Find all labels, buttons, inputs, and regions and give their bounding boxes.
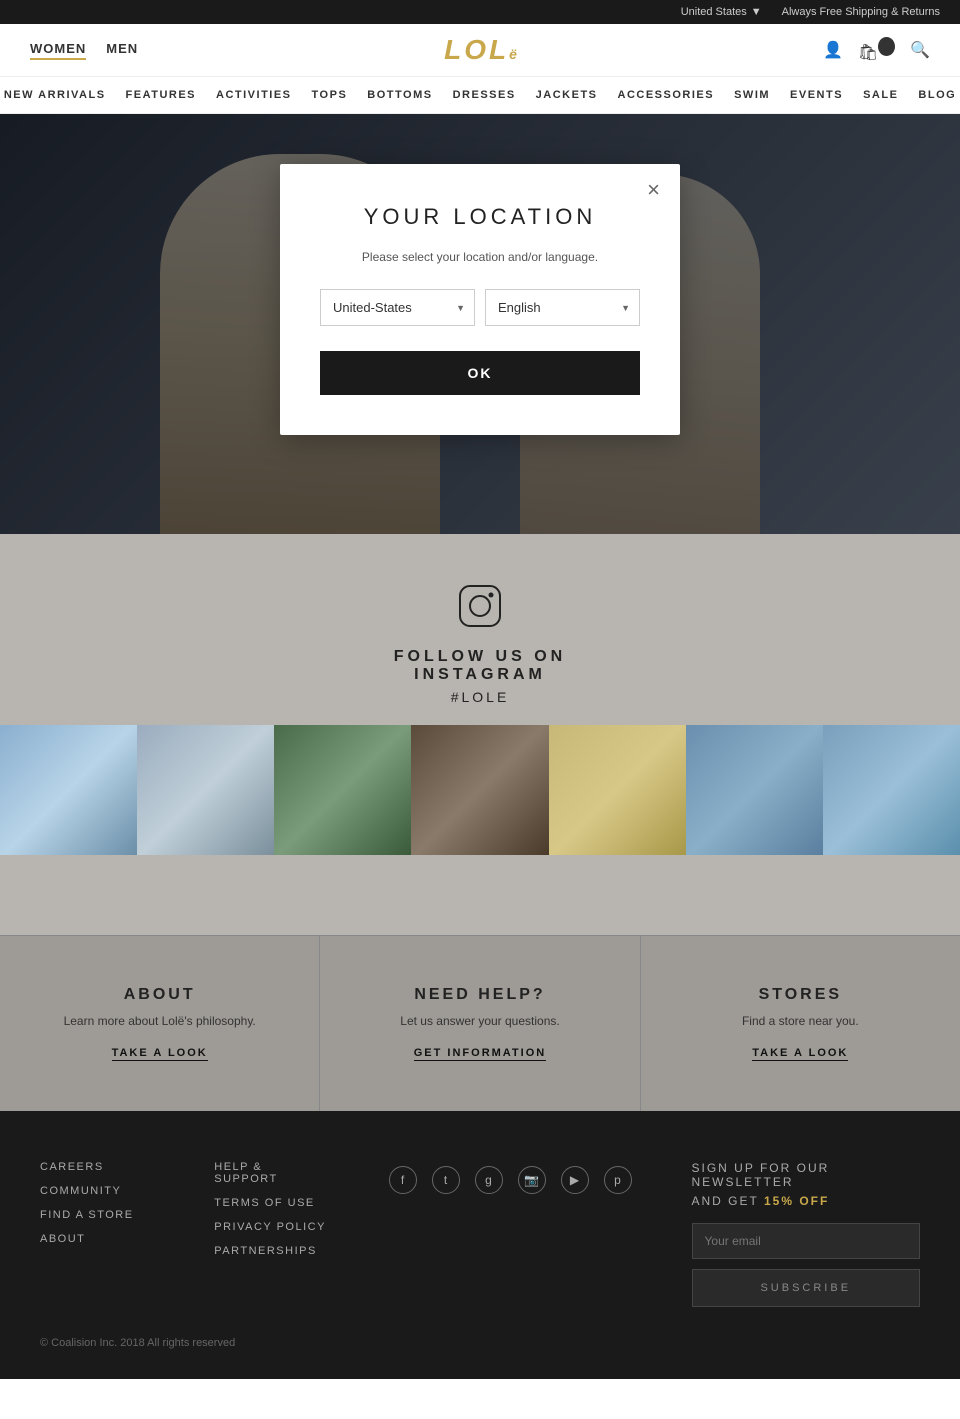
instagram-image-1[interactable] [0,725,137,855]
help-desc: Let us answer your questions. [340,1014,619,1028]
modal-selects: United-States Canada United Kingdom Fran… [320,289,640,326]
footer-link-partnerships[interactable]: PARTNERSHIPS [214,1245,328,1257]
footer-info: ABOUT Learn more about Lolë's philosophy… [0,935,960,1111]
logo[interactable]: LOLë [444,34,517,66]
instagram-image-6[interactable] [686,725,823,855]
help-link[interactable]: GET INFORMATION [414,1047,546,1061]
cart-count: 0 [878,37,895,56]
nav-swim[interactable]: SWIM [734,89,770,101]
nav-dresses[interactable]: DRESSES [453,89,516,101]
instagram-icon [0,584,960,638]
instagram-image-3[interactable] [274,725,411,855]
instagram-hashtag: #LOLE [0,689,960,705]
help-heading: NEED HELP? [340,986,619,1004]
modal-title: YOUR LOCATION [320,204,640,230]
nav-sale[interactable]: SALE [863,89,898,101]
footer-stores-col: STORES Find a store near you. TAKE A LOO… [641,936,960,1111]
footer-link-privacy[interactable]: PRIVACY POLICY [214,1221,328,1233]
nav-features[interactable]: FEATURES [126,89,196,101]
header-icons: 👤 🛍0 🔍 [823,38,930,62]
facebook-icon[interactable]: f [389,1166,417,1194]
nav-women[interactable]: WOMEN [30,41,86,60]
instagram-image-5[interactable] [549,725,686,855]
nav-accessories[interactable]: ACCESSORIES [618,89,715,101]
newsletter-email-input[interactable] [692,1223,921,1259]
newsletter-subscribe-button[interactable]: SUBSCRIBE [692,1269,921,1307]
newsletter-discount: AND GET 15% OFF [692,1194,921,1208]
nav-new-arrivals[interactable]: NEW ARRIVALS [4,89,106,101]
footer-link-find-store[interactable]: FIND A STORE [40,1209,154,1221]
footer-top: CAREERS COMMUNITY FIND A STORE ABOUT HEL… [40,1161,920,1307]
nav-blog[interactable]: BLOG [918,89,956,101]
header: WOMEN MEN LOLë 👤 🛍0 🔍 [0,24,960,77]
about-link[interactable]: TAKE A LOOK [112,1047,208,1061]
footer-link-careers[interactable]: CAREERS [40,1161,154,1173]
instagram-section: FOLLOW US ON INSTAGRAM #LOLE [0,534,960,855]
footer-links-col-1: CAREERS COMMUNITY FIND A STORE ABOUT [40,1161,154,1257]
footer-link-terms[interactable]: TERMS OF USE [214,1197,328,1209]
shipping-label: Always Free Shipping & Returns [782,6,940,18]
location-modal: × YOUR LOCATION Please select your locat… [280,164,680,435]
youtube-icon[interactable]: ▶ [561,1166,589,1194]
nav-activities[interactable]: ACTIVITIES [216,89,292,101]
modal-close-button[interactable]: × [647,179,660,201]
instagram-grid [0,725,960,855]
stores-desc: Find a store near you. [661,1014,940,1028]
footer-newsletter: SIGN UP FOR OUR NEWSLETTER AND GET 15% O… [692,1161,921,1307]
modal-ok-button[interactable]: OK [320,351,640,395]
location-selector[interactable]: United States ▼ [681,6,762,18]
modal-subtitle: Please select your location and/or langu… [320,250,640,264]
stores-heading: STORES [661,986,940,1004]
instagram-image-4[interactable] [411,725,548,855]
hero-section: × YOUR LOCATION Please select your locat… [0,114,960,534]
location-label: United States [681,6,747,18]
stores-link[interactable]: TAKE A LOOK [752,1047,848,1061]
nav-men[interactable]: MEN [106,41,138,60]
language-select-wrapper: English French Spanish German [485,289,640,326]
nav-events[interactable]: EVENTS [790,89,843,101]
modal-overlay: × YOUR LOCATION Please select your locat… [0,114,960,534]
about-heading: ABOUT [20,986,299,1004]
account-icon[interactable]: 👤 [823,40,843,60]
search-icon[interactable]: 🔍 [910,40,930,60]
language-select[interactable]: English French Spanish German [485,289,640,326]
footer-link-help[interactable]: HELP & SUPPORT [214,1161,328,1185]
about-desc: Learn more about Lolë's philosophy. [20,1014,299,1028]
instagram-image-2[interactable] [137,725,274,855]
footer-copyright: © Coalision Inc. 2018 All rights reserve… [40,1337,920,1349]
chevron-down-icon: ▼ [751,6,762,18]
footer-link-community[interactable]: COMMUNITY [40,1185,154,1197]
cart-icon[interactable]: 🛍0 [858,38,895,62]
google-icon[interactable]: g [475,1166,503,1194]
footer-spacer [0,855,960,935]
main-footer: CAREERS COMMUNITY FIND A STORE ABOUT HEL… [0,1111,960,1379]
footer-social: f t g 📷 ▶ p [389,1161,632,1194]
instagram-title: FOLLOW US ON INSTAGRAM [0,648,960,684]
discount-value: 15% OFF [764,1194,829,1208]
location-select-wrapper: United-States Canada United Kingdom Fran… [320,289,475,326]
instagram-social-icon[interactable]: 📷 [518,1166,546,1194]
footer-about-col: ABOUT Learn more about Lolë's philosophy… [0,936,320,1111]
footer-links-col-2: HELP & SUPPORT TERMS OF USE PRIVACY POLI… [214,1161,328,1269]
main-nav: WOMEN MEN [30,41,138,60]
footer-link-about[interactable]: ABOUT [40,1233,154,1245]
nav-bottoms[interactable]: BOTTOMS [367,89,432,101]
twitter-icon[interactable]: t [432,1166,460,1194]
footer-help-col: NEED HELP? Let us answer your questions.… [320,936,640,1111]
nav-tops[interactable]: TOPS [312,89,348,101]
top-bar: United States ▼ Always Free Shipping & R… [0,0,960,24]
newsletter-title: SIGN UP FOR OUR NEWSLETTER [692,1161,921,1189]
pinterest-icon[interactable]: p [604,1166,632,1194]
location-select[interactable]: United-States Canada United Kingdom Fran… [320,289,475,326]
instagram-image-7[interactable] [823,725,960,855]
nav-jackets[interactable]: JACKETS [536,89,598,101]
category-nav: NEW ARRIVALS FEATURES ACTIVITIES TOPS BO… [0,77,960,114]
